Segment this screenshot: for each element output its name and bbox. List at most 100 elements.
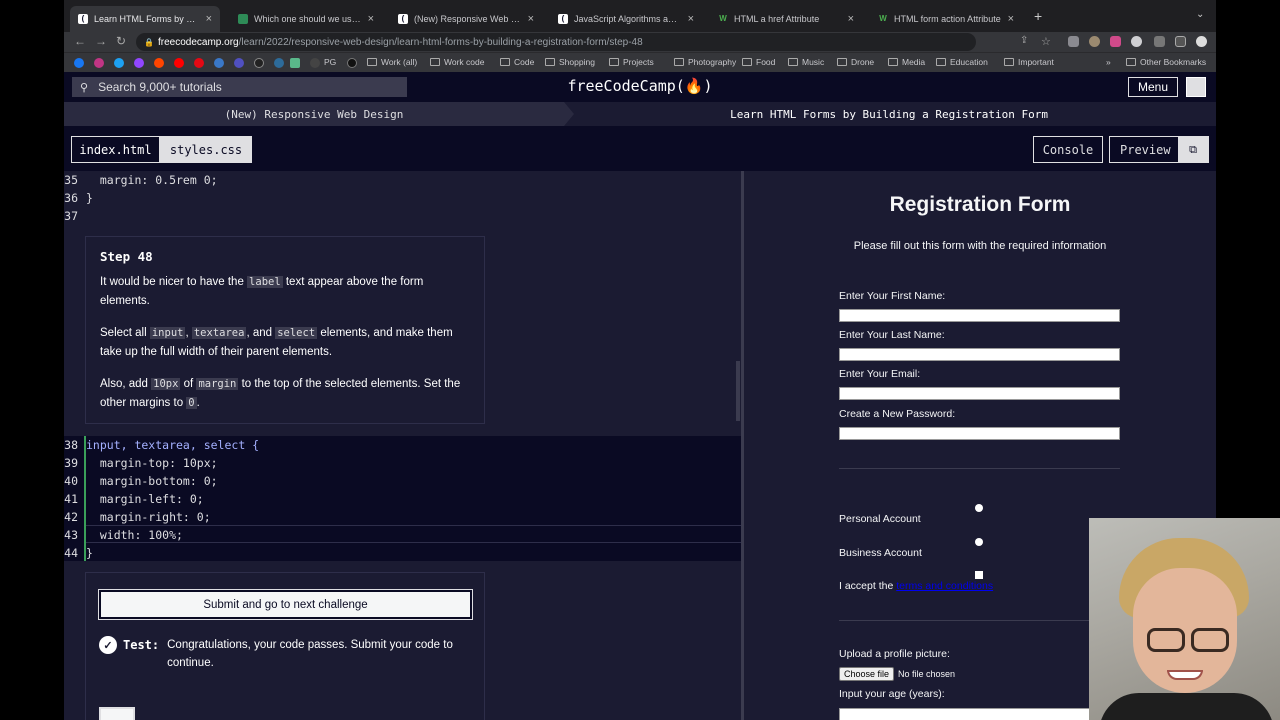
- tab-javascript-algorithms[interactable]: ( JavaScript Algorithms and Dat ×: [550, 6, 702, 32]
- code-line[interactable]: 38 input, textarea, select {: [64, 436, 741, 454]
- personal-account-radio[interactable]: [975, 504, 983, 512]
- url-field[interactable]: 🔒 freecodecamp.org/learn/2022/responsive…: [136, 33, 976, 51]
- code-line[interactable]: 42 margin-right: 0;: [64, 508, 741, 526]
- breadcrumb: (New) Responsive Web Design Learn HTML F…: [64, 102, 1216, 126]
- editor-scrollbar[interactable]: [736, 361, 740, 421]
- code-line[interactable]: 40 margin-bottom: 0;: [64, 472, 741, 490]
- more-bookmarks-icon[interactable]: »: [1106, 57, 1111, 67]
- bookmark-food[interactable]: Food: [742, 57, 775, 67]
- profile-icon[interactable]: [1196, 36, 1207, 47]
- star-icon[interactable]: ☆: [1041, 35, 1051, 48]
- fieldset-divider: [839, 620, 1120, 621]
- menu-button[interactable]: Menu: [1128, 77, 1178, 97]
- bookmark-projects[interactable]: Projects: [609, 57, 654, 67]
- last-name-label: Enter Your Last Name:: [839, 329, 945, 341]
- tab-html-form-action[interactable]: W HTML form action Attribute ×: [870, 6, 1022, 32]
- popout-window-icon[interactable]: ⧉: [1178, 137, 1208, 162]
- tab-index-html[interactable]: index.html: [71, 136, 160, 163]
- back-arrow-icon[interactable]: ←: [74, 34, 86, 48]
- form-title: Registration Form: [889, 193, 1071, 216]
- twitter-icon[interactable]: [114, 58, 124, 68]
- business-account-radio[interactable]: [975, 538, 983, 546]
- site-icon[interactable]: [234, 58, 244, 68]
- twitch-icon[interactable]: [134, 58, 144, 68]
- extension-icon[interactable]: [1089, 36, 1100, 47]
- extension-icon[interactable]: [1131, 36, 1142, 47]
- youtube-icon[interactable]: [174, 58, 184, 68]
- close-icon[interactable]: ×: [688, 13, 694, 25]
- terms-checkbox[interactable]: [975, 571, 983, 579]
- site-icon[interactable]: [347, 58, 357, 68]
- breadcrumb-course[interactable]: (New) Responsive Web Design: [64, 102, 574, 126]
- netflix-icon[interactable]: [194, 58, 204, 68]
- tab-which-one[interactable]: Which one should we use 'bor ×: [230, 6, 382, 32]
- code-editor[interactable]: 35 margin: 0.5rem 0; 36} 37 Step 48 It w…: [64, 171, 741, 720]
- code-line[interactable]: 44}: [64, 544, 741, 562]
- folder-icon: [674, 58, 684, 66]
- close-icon[interactable]: ×: [528, 13, 534, 25]
- last-name-input[interactable]: [839, 348, 1120, 361]
- new-tab-plus-icon[interactable]: +: [1034, 8, 1042, 24]
- submit-button[interactable]: Submit and go to next challenge: [98, 589, 473, 620]
- tab-learn-html-forms[interactable]: ( Learn HTML Forms by Building ×: [70, 6, 220, 32]
- extension-icon[interactable]: [1068, 36, 1079, 47]
- bookmark-education[interactable]: Education: [936, 57, 988, 67]
- chevron-down-icon[interactable]: ⌄: [1196, 9, 1204, 20]
- bookmark-other[interactable]: Other Bookmarks: [1126, 57, 1206, 67]
- bookmark-pg[interactable]: PG: [324, 57, 336, 67]
- close-icon[interactable]: ×: [206, 13, 212, 25]
- site-icon[interactable]: [214, 58, 224, 68]
- search-input[interactable]: ⚲ Search 9,000+ tutorials: [72, 77, 407, 97]
- first-name-input[interactable]: [839, 309, 1120, 322]
- preview-button[interactable]: Preview ⧉: [1109, 136, 1209, 163]
- w3schools-favicon-icon: W: [719, 14, 727, 23]
- site-icon[interactable]: [290, 58, 300, 68]
- sidebar-icon[interactable]: [1175, 36, 1186, 47]
- site-icon[interactable]: [310, 58, 320, 68]
- site-icon[interactable]: [274, 58, 284, 68]
- fcc-favicon-icon: (: [558, 14, 568, 24]
- bookmark-important[interactable]: Important: [1004, 57, 1054, 67]
- site-favicon-icon: [238, 14, 248, 24]
- close-icon[interactable]: ×: [1008, 13, 1014, 25]
- instagram-icon[interactable]: [94, 58, 104, 68]
- code-line[interactable]: 43 width: 100%;: [64, 526, 741, 544]
- reddit-icon[interactable]: [154, 58, 164, 68]
- test-result: ✓ Test: Congratulations, your code passe…: [99, 636, 479, 672]
- share-icon[interactable]: ⇪: [1020, 35, 1028, 46]
- choose-file-button[interactable]: Choose file: [839, 667, 894, 681]
- email-input[interactable]: [839, 387, 1120, 400]
- extension-icon[interactable]: [1110, 36, 1121, 47]
- reload-icon[interactable]: ↻: [116, 34, 126, 48]
- folder-icon: [545, 58, 555, 66]
- password-input[interactable]: [839, 427, 1120, 440]
- bookmark-drone[interactable]: Drone: [837, 57, 874, 67]
- terms-link[interactable]: terms and conditions: [896, 580, 993, 592]
- puzzle-icon[interactable]: [1154, 36, 1165, 47]
- code-line: 37: [64, 209, 78, 223]
- code-line[interactable]: 39 margin-top: 10px;: [64, 454, 741, 472]
- bookmark-code[interactable]: Code: [500, 57, 534, 67]
- forward-arrow-icon[interactable]: →: [95, 34, 107, 48]
- facebook-icon[interactable]: [74, 58, 84, 68]
- close-icon[interactable]: ×: [848, 13, 854, 25]
- breadcrumb-project[interactable]: Learn HTML Forms by Building a Registrat…: [584, 102, 1216, 126]
- bookmark-media[interactable]: Media: [888, 57, 925, 67]
- age-input[interactable]: [839, 708, 1120, 720]
- tab-html-a-href[interactable]: W HTML a href Attribute ×: [710, 6, 862, 32]
- no-file-text: No file chosen: [898, 669, 956, 679]
- site-icon[interactable]: [254, 58, 264, 68]
- bookmark-shopping[interactable]: Shopping: [545, 57, 595, 67]
- avatar[interactable]: [1186, 77, 1206, 97]
- bookmark-work-all[interactable]: Work (all): [367, 57, 417, 67]
- code-line[interactable]: 41 margin-left: 0;: [64, 490, 741, 508]
- bookmark-work-code[interactable]: Work code: [430, 57, 484, 67]
- personal-account-label: Personal Account: [839, 513, 921, 525]
- tab-styles-css[interactable]: styles.css: [160, 136, 252, 163]
- close-icon[interactable]: ×: [368, 13, 374, 25]
- tab-responsive-web-design[interactable]: ( (New) Responsive Web Desig ×: [390, 6, 542, 32]
- bookmark-photography[interactable]: Photography: [674, 57, 736, 67]
- console-button[interactable]: Console: [1033, 136, 1103, 163]
- reset-button[interactable]: [99, 707, 135, 720]
- bookmark-music[interactable]: Music: [788, 57, 824, 67]
